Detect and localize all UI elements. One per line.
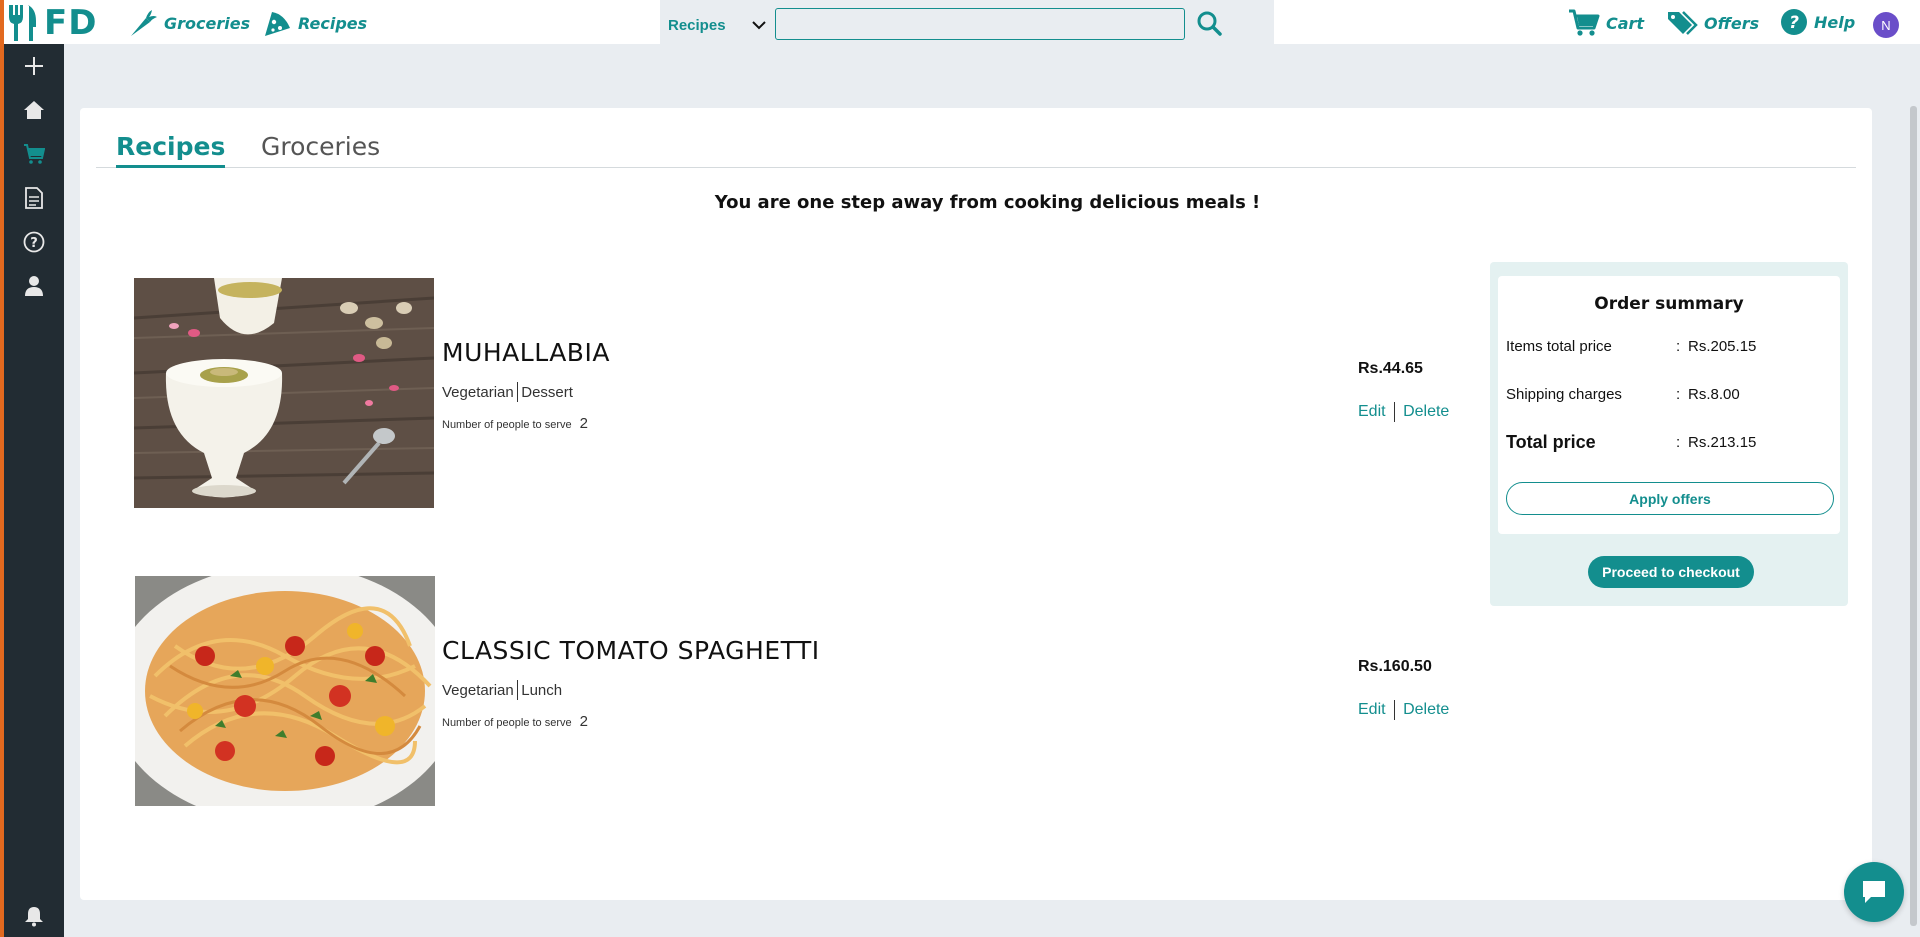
recipe-tag-diet: Vegetarian xyxy=(442,681,514,699)
shipping-value: Rs.8.00 xyxy=(1688,386,1740,403)
logo[interactable]: FD xyxy=(6,2,97,44)
action-divider xyxy=(1393,402,1396,422)
serving-label: Number of people to serve xyxy=(442,717,572,729)
avatar[interactable]: N xyxy=(1873,12,1899,38)
sidebar-home[interactable] xyxy=(4,92,64,128)
cart-icon xyxy=(1569,9,1600,36)
delete-link[interactable]: Delete xyxy=(1403,701,1449,719)
search-icon xyxy=(1197,11,1222,36)
total-value: Rs.213.15 xyxy=(1688,434,1757,451)
action-divider xyxy=(1393,700,1396,720)
nav-help[interactable]: ? Help xyxy=(1780,8,1855,36)
recipe-image-spaghetti[interactable] xyxy=(135,576,435,806)
search-bar: Recipes xyxy=(660,0,1274,44)
search-input[interactable] xyxy=(775,8,1185,40)
row-colon: : xyxy=(1676,434,1681,451)
tab-recipes[interactable]: Recipes xyxy=(116,132,226,168)
recipe-tags: Vegetarian Dessert xyxy=(442,382,573,402)
svg-text:?: ? xyxy=(1789,13,1799,33)
recipe-name: MUHALLABIA xyxy=(442,338,610,367)
items-total-label: Items total price xyxy=(1506,338,1612,355)
svg-text:?: ? xyxy=(30,236,38,251)
top-bar: FD Groceries Recipes Recipes Cart Offers… xyxy=(0,0,1920,44)
checkout-button[interactable]: Proceed to checkout xyxy=(1588,556,1754,588)
plus-icon xyxy=(25,57,43,75)
sidebar-add[interactable] xyxy=(4,48,64,84)
serving-number: 2 xyxy=(579,415,588,432)
tab-groceries[interactable]: Groceries xyxy=(261,132,380,165)
logo-text: FD xyxy=(44,3,98,43)
nav-help-label: Help xyxy=(1814,12,1856,32)
chevron-down-icon xyxy=(752,21,766,30)
recipe-tag-diet: Vegetarian xyxy=(442,383,514,401)
recipe-name: CLASSIC TOMATO SPAGHETTI xyxy=(442,636,820,665)
order-summary-panel: Order summary Items total price : Rs.205… xyxy=(1490,262,1848,606)
home-icon xyxy=(24,101,44,119)
carrot-icon xyxy=(131,10,157,36)
cart-icon xyxy=(24,144,45,164)
delete-link[interactable]: Delete xyxy=(1403,403,1449,421)
tag-divider xyxy=(516,382,519,402)
window-edge xyxy=(0,0,4,937)
search-category-select[interactable]: Recipes xyxy=(668,12,768,38)
help-icon: ? xyxy=(23,231,45,253)
tag-icon xyxy=(1668,11,1698,35)
shipping-label: Shipping charges xyxy=(1506,386,1622,403)
sidebar-cart[interactable] xyxy=(4,136,64,172)
recipe-actions: Edit Delete xyxy=(1358,402,1449,422)
search-button[interactable] xyxy=(1194,8,1224,38)
bell-icon xyxy=(25,907,43,927)
row-colon: : xyxy=(1676,386,1681,403)
chat-button[interactable] xyxy=(1844,862,1904,922)
search-category-value: Recipes xyxy=(668,16,726,34)
serving-count: Number of people to serve 2 xyxy=(442,713,588,730)
edit-link[interactable]: Edit xyxy=(1358,701,1386,719)
edit-link[interactable]: Edit xyxy=(1358,403,1386,421)
spaghetti-illustration xyxy=(135,576,435,806)
serving-label: Number of people to serve xyxy=(442,419,572,431)
pizza-icon xyxy=(265,12,290,36)
nav-groceries[interactable]: Groceries xyxy=(128,8,250,38)
nav-recipes[interactable]: Recipes xyxy=(262,8,367,38)
nav-offers[interactable]: Offers xyxy=(1666,8,1759,38)
sidebar-orders[interactable] xyxy=(4,180,64,216)
fork-knife-icon xyxy=(9,5,36,41)
recipe-price: Rs.160.50 xyxy=(1358,658,1432,675)
sidebar-profile[interactable] xyxy=(4,268,64,304)
apply-offers-button[interactable]: Apply offers xyxy=(1506,482,1834,515)
document-icon xyxy=(25,187,43,209)
nav-cart-label: Cart xyxy=(1606,13,1645,33)
serving-count: Number of people to serve 2 xyxy=(442,415,588,432)
sidebar-notifications[interactable] xyxy=(4,898,64,934)
order-summary-card: Order summary Items total price : Rs.205… xyxy=(1498,276,1840,534)
recipe-image-muhallabia[interactable] xyxy=(134,278,434,508)
page-headline: You are one step away from cooking delic… xyxy=(714,192,1261,213)
page-scrollbar[interactable] xyxy=(1907,44,1920,937)
row-colon: : xyxy=(1676,338,1681,355)
nav-recipes-label: Recipes xyxy=(298,13,368,33)
user-icon xyxy=(25,276,43,296)
tag-divider xyxy=(516,680,519,700)
order-summary-title: Order summary xyxy=(1594,294,1744,314)
nav-cart[interactable]: Cart xyxy=(1568,8,1644,38)
chat-icon xyxy=(1863,881,1885,903)
recipe-tag-course: Dessert xyxy=(521,383,573,401)
items-total-value: Rs.205.15 xyxy=(1688,338,1757,355)
muhallabia-illustration xyxy=(134,278,434,508)
recipe-tag-course: Lunch xyxy=(521,681,563,699)
sidebar-help[interactable]: ? xyxy=(4,224,64,260)
help-circle-icon: ? xyxy=(1781,9,1807,35)
total-label: Total price xyxy=(1506,432,1596,452)
recipe-price: Rs.44.65 xyxy=(1358,360,1423,377)
nav-offers-label: Offers xyxy=(1704,13,1760,33)
cart-tabs: Recipes Groceries xyxy=(96,126,1856,168)
sidebar: ? xyxy=(4,44,64,937)
recipe-actions: Edit Delete xyxy=(1358,700,1449,720)
serving-number: 2 xyxy=(579,713,588,730)
recipe-tags: Vegetarian Lunch xyxy=(442,680,562,700)
scrollbar-thumb[interactable] xyxy=(1910,106,1917,926)
nav-groceries-label: Groceries xyxy=(164,13,251,33)
